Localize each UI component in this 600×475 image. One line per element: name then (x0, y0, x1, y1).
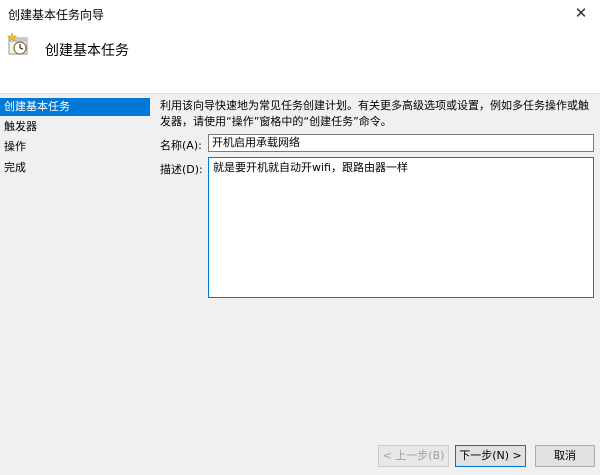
step-label: 创建基本任务 (4, 100, 70, 113)
wizard-header: 创建基本任务 (0, 28, 600, 94)
close-icon[interactable]: ✕ (568, 2, 594, 24)
content-panel: 利用该向导快速地为常见任务创建计划。有关更多高级选项或设置，例如多任务操作或触发… (160, 94, 596, 475)
cancel-button[interactable]: 取消 (535, 445, 595, 467)
step-label: 操作 (4, 140, 26, 153)
wizard-body: 创建基本任务 触发器 操作 完成 利用该向导快速地为常见任务创建计划。有关更多高… (0, 94, 600, 475)
step-finish[interactable]: 完成 (0, 159, 150, 177)
task-clock-icon (6, 32, 32, 58)
step-trigger[interactable]: 触发器 (0, 118, 150, 136)
name-label: 名称(A): (160, 139, 202, 152)
description-input[interactable]: 就是要开机就自动开wifi，跟路由器一样 (208, 157, 594, 298)
wizard-window: 创建基本任务向导 ✕ 创建基本任务 创建基本任务 触发器 操作 完成 利用该向导… (0, 0, 600, 475)
steps-panel: 创建基本任务 触发器 操作 完成 (0, 94, 150, 475)
step-label: 完成 (4, 161, 26, 174)
next-button[interactable]: 下一步(N) > (455, 445, 526, 467)
back-button[interactable]: < 上一步(B) (378, 445, 449, 467)
title-bar: 创建基本任务向导 ✕ (0, 0, 600, 28)
name-input[interactable]: 开机启用承载网络 (208, 134, 594, 152)
description-label: 描述(D): (160, 163, 203, 176)
step-create-basic-task[interactable]: 创建基本任务 (0, 98, 150, 116)
page-title: 创建基本任务 (45, 43, 129, 59)
window-title: 创建基本任务向导 (8, 8, 105, 22)
step-label: 触发器 (4, 120, 37, 133)
step-action[interactable]: 操作 (0, 138, 150, 156)
intro-text: 利用该向导快速地为常见任务创建计划。有关更多高级选项或设置，例如多任务操作或触发… (160, 99, 589, 128)
